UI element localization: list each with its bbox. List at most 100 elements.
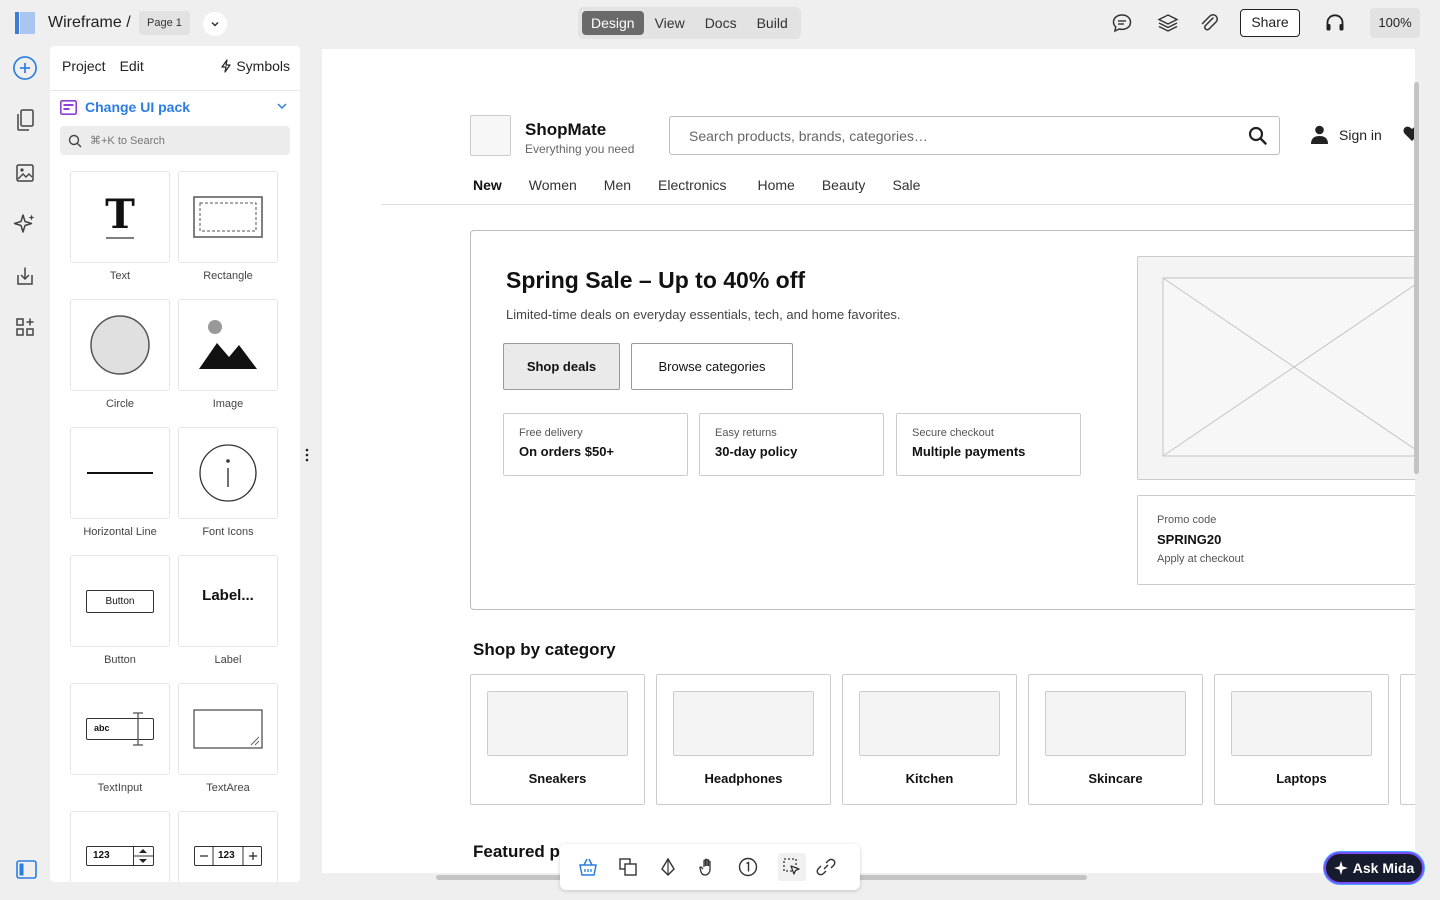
nav-item-beauty[interactable]: Beauty: [822, 177, 866, 193]
component-text[interactable]: T: [70, 171, 170, 263]
component-text-label: Text: [109, 270, 131, 282]
component-text-input[interactable]: abc: [70, 683, 170, 775]
share-button[interactable]: Share: [1240, 9, 1300, 37]
nav-item-men[interactable]: Men: [604, 177, 631, 193]
headset-icon[interactable]: [1324, 12, 1346, 34]
image-placeholder-icon: [1162, 277, 1415, 457]
nav-item-electronics[interactable]: Electronics: [658, 177, 726, 193]
component-number-stepper[interactable]: 123: [178, 811, 278, 882]
hero-subtitle[interactable]: Limited-time deals on everyday essential…: [506, 307, 901, 322]
toggle-panel-icon[interactable]: [16, 860, 37, 879]
page-selector[interactable]: Page 1: [139, 11, 190, 35]
shop-tagline[interactable]: Everything you need: [525, 142, 634, 156]
assets-icon[interactable]: [13, 161, 37, 185]
comments-icon[interactable]: [1111, 12, 1133, 34]
components-panel: Project Edit Symbols Change UI pack ⌘+K …: [50, 46, 300, 882]
category-card[interactable]: Kitchen: [842, 674, 1017, 805]
tab-design[interactable]: Design: [582, 11, 644, 35]
tab-docs[interactable]: Docs: [696, 11, 746, 35]
label-preview-icon: Label...: [202, 586, 254, 604]
menu-project[interactable]: Project: [62, 58, 106, 74]
shop-search-bar[interactable]: Search products, brands, categories…: [669, 116, 1280, 155]
select-tool-icon[interactable]: [778, 853, 806, 881]
hand-tool-icon[interactable]: [697, 856, 719, 878]
link-tool-icon[interactable]: [815, 856, 837, 878]
ask-mida-button[interactable]: Ask Mida: [1324, 852, 1424, 884]
svg-text:T: T: [105, 192, 135, 238]
rectangle-icon: [193, 196, 263, 238]
component-image[interactable]: [178, 299, 278, 391]
shop-brand-name[interactable]: ShopMate: [525, 120, 606, 140]
feature-card[interactable]: Secure checkout Multiple payments: [896, 413, 1081, 476]
apps-icon[interactable]: [13, 315, 37, 339]
design-canvas[interactable]: ShopMate Everything you need Search prod…: [322, 49, 1415, 873]
component-textarea[interactable]: [178, 683, 278, 775]
category-image-placeholder: [1045, 691, 1186, 756]
category-card[interactable]: Headphones: [656, 674, 831, 805]
category-card[interactable]: Skincare: [1028, 674, 1203, 805]
feature-card[interactable]: Easy returns 30-day policy: [699, 413, 884, 476]
app-title[interactable]: Wireframe /: [48, 14, 131, 32]
add-icon[interactable]: [13, 56, 37, 80]
nav-item-home[interactable]: Home: [757, 177, 794, 193]
category-card-partial[interactable]: [1400, 674, 1415, 805]
browse-categories-button[interactable]: Browse categories: [631, 343, 793, 390]
promo-note: Apply at checkout: [1157, 553, 1244, 565]
ai-sparkle-icon[interactable]: [13, 212, 37, 236]
user-icon: [1311, 125, 1328, 144]
nav-item-sale[interactable]: Sale: [892, 177, 920, 193]
category-card[interactable]: Sneakers: [470, 674, 645, 805]
component-search-input[interactable]: ⌘+K to Search: [60, 126, 290, 155]
panel-resize-handle[interactable]: [305, 448, 309, 462]
image-icon: [199, 320, 257, 369]
text-t-icon: T: [105, 192, 135, 239]
category-image-placeholder: [1231, 691, 1372, 756]
promo-card[interactable]: Promo code SPRING20 Apply at checkout: [1137, 495, 1415, 585]
sign-in-link[interactable]: Sign in: [1310, 125, 1382, 144]
nav-item-women[interactable]: Women: [529, 177, 577, 193]
layers-icon[interactable]: [1157, 12, 1179, 34]
nav-divider: [382, 204, 1415, 205]
ask-mida-label: Ask Mida: [1352, 860, 1415, 876]
symbols-button[interactable]: Symbols: [220, 58, 290, 74]
category-card[interactable]: Laptops: [1214, 674, 1389, 805]
import-icon[interactable]: [13, 264, 37, 288]
sign-in-label: Sign in: [1339, 126, 1382, 143]
component-horizontal-line[interactable]: [70, 427, 170, 519]
feature-card[interactable]: Free delivery On orders $50+: [503, 413, 688, 476]
hero-section[interactable]: Spring Sale – Up to 40% off Limited-time…: [470, 230, 1415, 610]
component-label[interactable]: Label...: [178, 555, 278, 647]
number-badge-icon[interactable]: [737, 856, 759, 878]
component-spinner[interactable]: 123: [70, 811, 170, 882]
sparkle-icon: [1333, 861, 1348, 875]
vertical-scrollbar[interactable]: [1414, 82, 1419, 474]
menu-edit[interactable]: Edit: [120, 58, 144, 74]
hero-image-placeholder[interactable]: [1137, 256, 1415, 480]
app-logo-icon[interactable]: [14, 12, 36, 34]
shop-logo-placeholder[interactable]: [470, 115, 511, 156]
component-font-icons[interactable]: [178, 427, 278, 519]
tab-view[interactable]: View: [646, 11, 694, 35]
pen-tool-icon[interactable]: [657, 856, 679, 878]
zoom-level[interactable]: 100%: [1370, 8, 1420, 38]
attachment-icon[interactable]: [1198, 12, 1220, 34]
basket-icon[interactable]: [577, 856, 599, 878]
category-label: Sneakers: [528, 771, 587, 786]
nav-item-new[interactable]: New: [473, 177, 502, 193]
component-button[interactable]: Button: [70, 555, 170, 647]
tab-build[interactable]: Build: [748, 11, 797, 35]
featured-title[interactable]: Featured pr: [473, 842, 567, 862]
component-circle[interactable]: [70, 299, 170, 391]
component-textarea-label: TextArea: [206, 782, 250, 794]
shop-deals-button[interactable]: Shop deals: [503, 343, 620, 390]
panel-menu: Project Edit: [62, 58, 144, 74]
pages-icon[interactable]: [13, 108, 37, 132]
hero-title[interactable]: Spring Sale – Up to 40% off: [506, 267, 805, 294]
categories-title[interactable]: Shop by category: [473, 640, 616, 660]
ui-pack-selector[interactable]: Change UI pack: [60, 99, 290, 115]
component-rectangle[interactable]: [178, 171, 278, 263]
shapes-icon[interactable]: [617, 856, 639, 878]
component-font-icons-label: Font Icons: [202, 526, 254, 538]
page-dropdown-chevron-icon[interactable]: [203, 12, 227, 36]
text-input-preview-icon: abc: [86, 712, 154, 746]
